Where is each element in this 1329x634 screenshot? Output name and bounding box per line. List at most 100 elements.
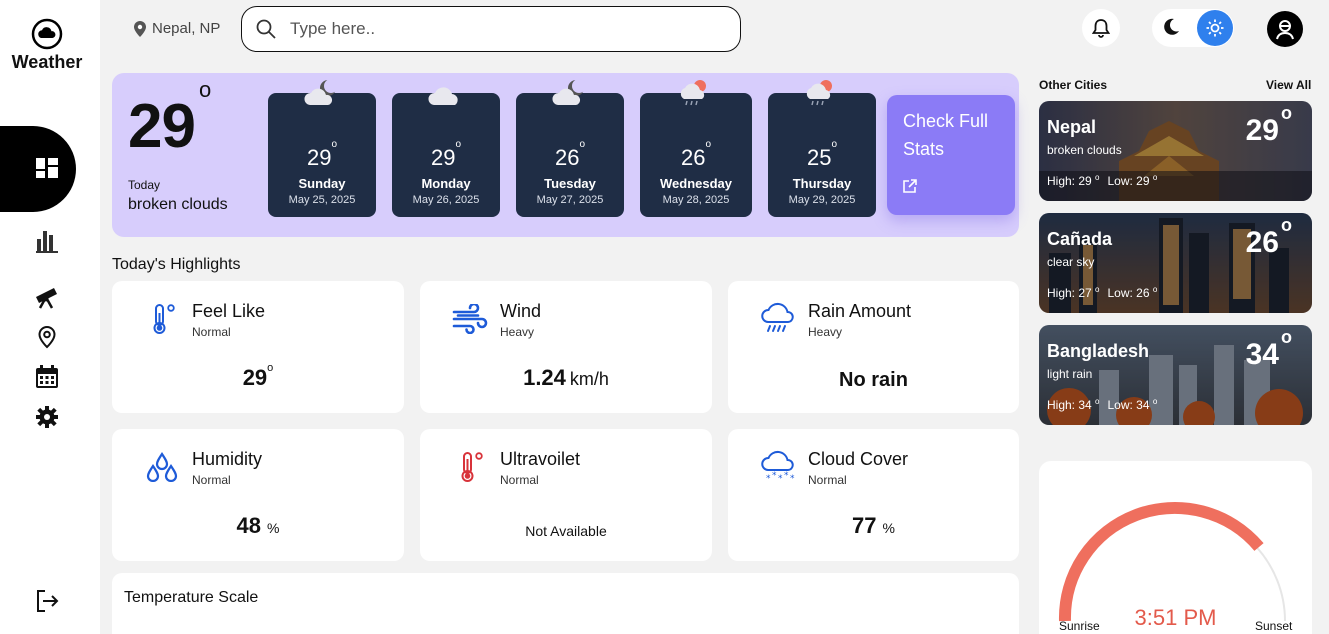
forecast-temp: 25o	[806, 138, 838, 170]
droplets-icon	[144, 449, 180, 485]
forecast-day-name: Wednesday	[659, 176, 732, 191]
search-icon	[256, 19, 276, 39]
search-input[interactable]	[290, 19, 710, 39]
forecast-day-name: Monday	[421, 176, 471, 191]
city-card-canada[interactable]: Cañada clear sky 26o High: 27 o Low: 26 …	[1039, 213, 1312, 313]
humidity-label: Humidity	[192, 449, 263, 469]
rain-amount-label: Rain Amount	[808, 301, 912, 321]
ultraviolet-card: Ultravoilet Normal Not Available	[420, 429, 712, 561]
wind-status: Heavy	[500, 325, 535, 339]
city-name: Nepal	[1047, 117, 1097, 137]
ultraviolet-status: Normal	[500, 473, 539, 487]
cloud-cover-label: Cloud Cover	[808, 449, 909, 469]
sidebar-item-dashboard[interactable]	[0, 126, 76, 212]
bar-chart-icon	[36, 231, 58, 253]
sidebar-item-settings[interactable]	[34, 404, 60, 430]
forecast-day-name: Thursday	[792, 176, 852, 191]
forecast-day[interactable]: 29o Monday May 26, 2025	[392, 87, 500, 217]
forecast-day[interactable]: 29o Sunday May 25, 2025	[268, 79, 376, 217]
city-card-nepal[interactable]: Nepal broken clouds 29o High: 29 o Low: …	[1039, 101, 1312, 201]
ultraviolet-value: Not Available	[525, 523, 607, 539]
svg-text:*: *	[766, 474, 771, 484]
forecast-day-name: Tuesday	[544, 176, 596, 191]
location-label: Nepal, NP	[152, 20, 221, 37]
rain-amount-value: No rain	[839, 369, 908, 391]
sidebar-item-charts[interactable]	[34, 228, 60, 254]
forecast-temp: 26o	[554, 138, 586, 170]
forecast-date: May 25, 2025	[288, 194, 356, 206]
humidity-status: Normal	[192, 473, 231, 487]
bell-icon	[1092, 19, 1110, 38]
forecast-day[interactable]: 26o Tuesday May 27, 2025	[516, 79, 624, 217]
cloud-logo-icon	[31, 18, 63, 50]
telescope-icon	[36, 288, 57, 309]
view-all-link[interactable]: View All	[1266, 78, 1311, 92]
wind-card: Wind Heavy 1.24 km/h	[420, 281, 712, 413]
rain-cloud-icon	[760, 301, 796, 337]
humidity-value: 48%	[236, 513, 280, 538]
dashboard-icon	[36, 158, 58, 183]
forecast-temp: 29o	[430, 138, 462, 170]
cloud-cover-value: 77%	[852, 513, 895, 538]
feel-like-status: Normal	[192, 325, 231, 339]
city-low: Low: 29 o	[1107, 173, 1158, 188]
sidebar-item-calendar[interactable]	[34, 364, 60, 390]
sun-icon[interactable]	[1197, 10, 1233, 46]
cloud-icon	[392, 79, 500, 107]
current-weather-panel: 29o Today broken clouds 29o Sunday May 2…	[112, 73, 1019, 237]
logout-icon	[37, 590, 59, 612]
forecast-date: May 26, 2025	[412, 194, 480, 206]
check-full-stats-label: Check Full Stats	[903, 111, 989, 159]
sidebar-item-map[interactable]	[34, 324, 60, 350]
forecast-date: May 29, 2025	[788, 194, 856, 206]
forecast-temp: 29o	[306, 138, 338, 170]
sunset-label: Sunset	[1255, 619, 1293, 633]
cloud-cover-card: * * * * * Cloud Cover Normal 77%	[728, 429, 1019, 561]
user-icon	[1276, 20, 1294, 40]
cloud-moon-icon	[516, 79, 624, 107]
forecast-day[interactable]: 25o Thursday May 29, 2025	[768, 80, 876, 217]
app-title: Weather	[11, 52, 83, 72]
check-full-stats-button[interactable]: Check Full Stats	[887, 95, 1015, 215]
feel-like-value: 29o	[242, 361, 274, 390]
feel-like-card: Feel Like Normal 29o	[112, 281, 404, 413]
svg-text:*: *	[772, 471, 777, 481]
ultraviolet-label: Ultravoilet	[500, 449, 581, 469]
rain-amount-card: Rain Amount Heavy No rain	[728, 281, 1019, 413]
theme-toggle[interactable]	[1152, 9, 1234, 47]
city-high-low: High: 29 o Low: 29 o	[1047, 173, 1157, 188]
current-condition: broken clouds	[128, 196, 228, 213]
city-condition: broken clouds	[1047, 143, 1122, 157]
location-pin-icon	[134, 20, 146, 37]
city-condition: light rain	[1047, 367, 1093, 381]
svg-text:*: *	[778, 474, 783, 484]
humidity-card: Humidity Normal 48%	[112, 429, 404, 561]
city-temp: 34o	[1245, 327, 1292, 371]
city-card-bangladesh[interactable]: Bangladesh light rain 34o High: 34 o Low…	[1039, 325, 1312, 425]
city-high: High: 29 o	[1047, 173, 1100, 188]
svg-text:*: *	[790, 474, 795, 484]
city-temp: 29o	[1245, 103, 1292, 147]
today-label: Today	[128, 178, 161, 192]
city-high-low: High: 27 o Low: 26 o	[1047, 285, 1157, 300]
notification-button[interactable]	[1082, 9, 1120, 47]
city-name: Cañada	[1047, 229, 1113, 249]
sidebar: Weather	[0, 0, 100, 634]
thermometer-hot-icon	[452, 449, 488, 485]
city-temp: 26o	[1245, 215, 1292, 259]
forecast-day[interactable]: 26o Wednesday May 28, 2025	[640, 80, 752, 217]
city-low: Low: 26 o	[1107, 285, 1158, 300]
city-low: Low: 34 o	[1107, 397, 1158, 412]
moon-icon[interactable]	[1162, 18, 1180, 41]
logout-button[interactable]	[34, 588, 60, 614]
user-avatar[interactable]	[1267, 11, 1303, 47]
search-bar[interactable]	[241, 6, 741, 52]
location[interactable]: Nepal, NP	[134, 20, 220, 37]
external-link-icon	[903, 179, 917, 198]
temperature-scale-title: Temperature Scale	[124, 589, 259, 606]
rain-sun-icon	[768, 79, 876, 109]
sunrise-label: Sunrise	[1059, 619, 1100, 633]
sidebar-item-telescope[interactable]	[34, 284, 60, 310]
other-cities-title: Other Cities	[1039, 78, 1108, 92]
city-high: High: 34 o	[1047, 397, 1100, 412]
